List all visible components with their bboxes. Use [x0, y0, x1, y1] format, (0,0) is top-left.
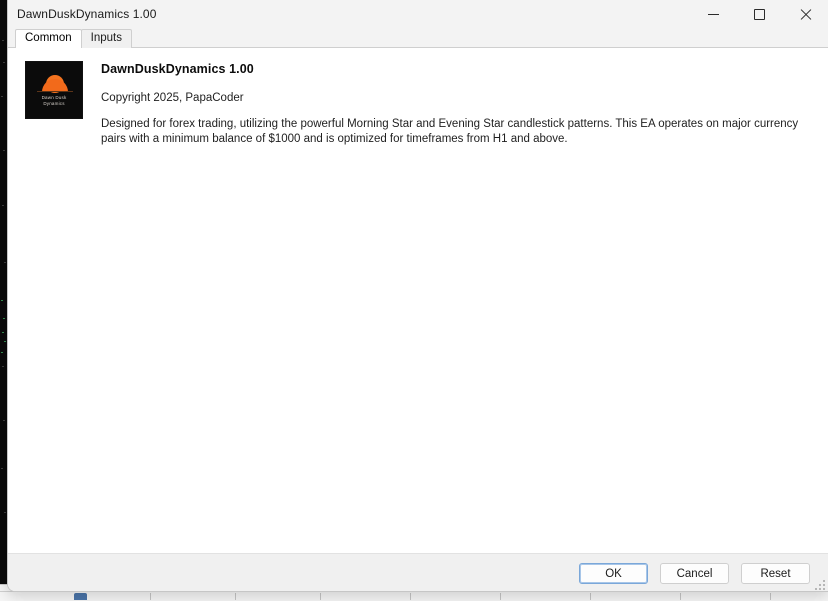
- ea-title: DawnDuskDynamics 1.00: [101, 62, 811, 76]
- expert-properties-dialog: DawnDuskDynamics 1.00 Common Inputs: [7, 0, 828, 592]
- tab-common[interactable]: Common: [15, 29, 82, 48]
- close-icon: [800, 9, 811, 20]
- maximize-button[interactable]: [736, 0, 782, 28]
- maximize-icon: [754, 9, 765, 20]
- logo-caption: Dawn Dusk Dynamics: [26, 95, 82, 107]
- background-toolbar-icon: [74, 593, 87, 600]
- logo-caption-line2: Dynamics: [26, 101, 82, 107]
- about-text-block: DawnDuskDynamics 1.00 Copyright 2025, Pa…: [83, 61, 811, 147]
- tab-inputs[interactable]: Inputs: [81, 29, 132, 48]
- ea-copyright: Copyright 2025, PapaCoder: [101, 92, 811, 104]
- cancel-button[interactable]: Cancel: [660, 563, 729, 584]
- background-chart-strip: [0, 0, 7, 584]
- dialog-footer: OK Cancel Reset: [8, 554, 828, 592]
- window-title: DawnDuskDynamics 1.00: [8, 7, 157, 21]
- tab-panel-common: Dawn Dusk Dynamics DawnDuskDynamics 1.00…: [8, 48, 828, 554]
- resize-grip[interactable]: [814, 579, 825, 590]
- tab-strip: Common Inputs: [8, 29, 828, 48]
- ea-description: Designed for forex trading, utilizing th…: [101, 117, 811, 147]
- minimize-button[interactable]: [690, 0, 736, 28]
- ok-button[interactable]: OK: [579, 563, 648, 584]
- window-controls: [690, 0, 828, 28]
- title-bar[interactable]: DawnDuskDynamics 1.00: [8, 0, 828, 29]
- about-section: Dawn Dusk Dynamics DawnDuskDynamics 1.00…: [8, 48, 828, 147]
- reset-button[interactable]: Reset: [741, 563, 810, 584]
- close-button[interactable]: [782, 0, 828, 28]
- horizon-line: [37, 91, 73, 92]
- minimize-icon: [708, 14, 719, 15]
- dawn-dusk-dynamics-logo: Dawn Dusk Dynamics: [25, 61, 83, 119]
